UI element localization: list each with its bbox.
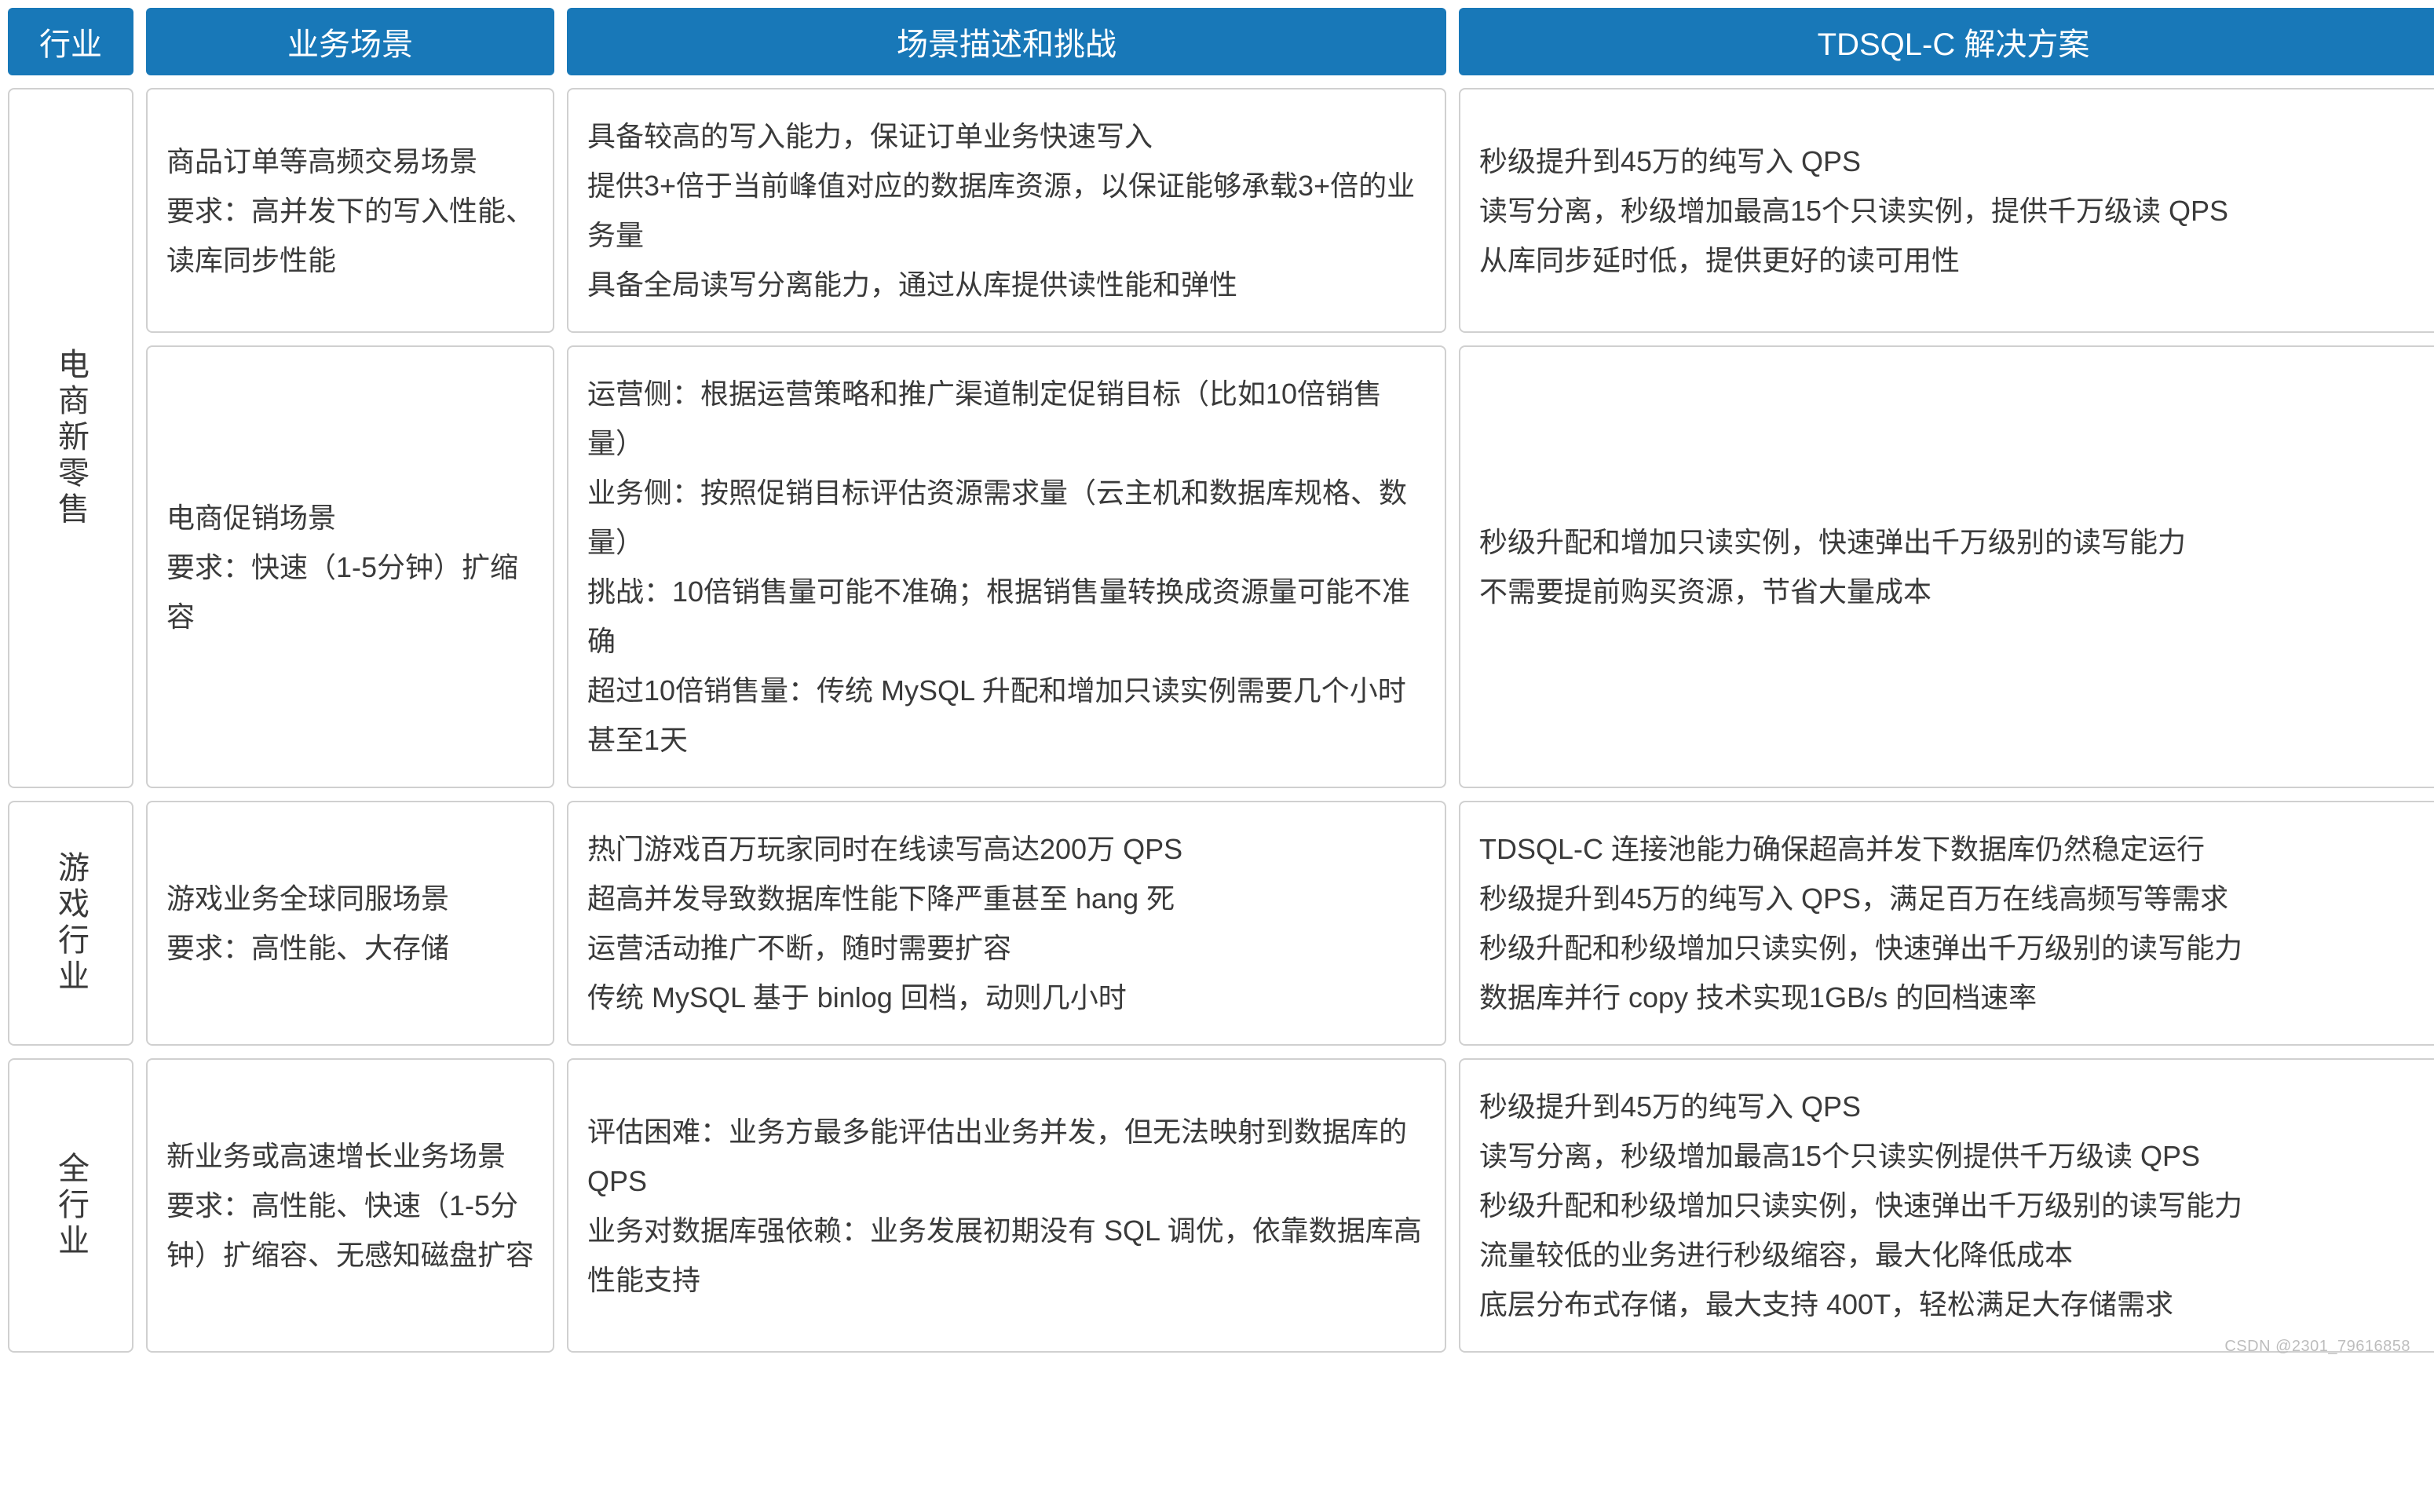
industry-label: 全行业	[8, 1058, 133, 1353]
header-industry: 行业	[8, 8, 133, 75]
header-solution: TDSQL-C 解决方案	[1459, 8, 2434, 75]
header-scenario: 业务场景	[146, 8, 554, 75]
header-challenges: 场景描述和挑战	[567, 8, 1446, 75]
scenario-cell: 新业务或高速增长业务场景要求：高性能、快速（1-5分钟）扩缩容、无感知磁盘扩容	[146, 1058, 554, 1353]
challenge-cell: 评估困难：业务方最多能评估出业务并发，但无法映射到数据库的 QPS业务对数据库强…	[567, 1058, 1446, 1353]
watermark: CSDN @2301_79616858	[2224, 1338, 2410, 1356]
solution-cell: 秒级提升到45万的纯写入 QPS读写分离，秒级增加最高15个只读实例提供千万级读…	[1459, 1058, 2434, 1353]
scenario-cell: 游戏业务全球同服场景要求：高性能、大存储	[146, 801, 554, 1046]
scenario-cell: 电商促销场景要求：快速（1-5分钟）扩缩容	[146, 345, 554, 788]
challenge-cell: 热门游戏百万玩家同时在线读写高达200万 QPS超高并发导致数据库性能下降严重甚…	[567, 801, 1446, 1046]
solution-cell: 秒级提升到45万的纯写入 QPS读写分离，秒级增加最高15个只读实例，提供千万级…	[1459, 88, 2434, 333]
challenge-cell: 具备较高的写入能力，保证订单业务快速写入提供3+倍于当前峰值对应的数据库资源，以…	[567, 88, 1446, 333]
challenge-cell: 运营侧：根据运营策略和推广渠道制定促销目标（比如10倍销售量）业务侧：按照促销目…	[567, 345, 1446, 788]
scenario-cell: 商品订单等高频交易场景要求：高并发下的写入性能、读库同步性能	[146, 88, 554, 333]
solution-cell: TDSQL-C 连接池能力确保超高并发下数据库仍然稳定运行秒级提升到45万的纯写…	[1459, 801, 2434, 1046]
industry-label: 游戏行业	[8, 801, 133, 1046]
industry-label: 电商新零售	[8, 88, 133, 788]
solution-cell: 秒级升配和增加只读实例，快速弹出千万级别的读写能力不需要提前购买资源，节省大量成…	[1459, 345, 2434, 788]
